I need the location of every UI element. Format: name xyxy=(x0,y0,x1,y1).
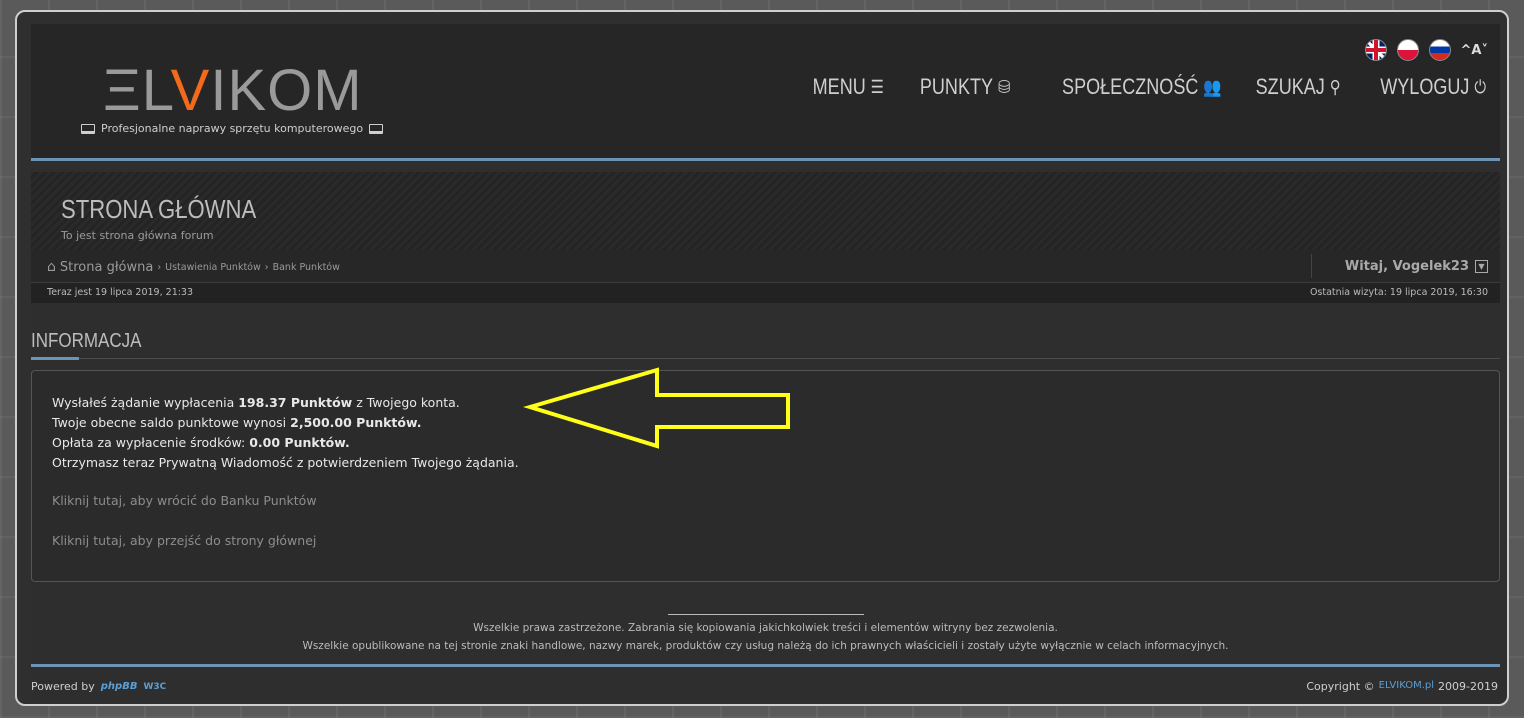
powered-by: Powered by phpBB W3C xyxy=(31,680,166,693)
site-tagline: Profesjonalne naprawy sprzętu komputerow… xyxy=(81,122,384,135)
site-logo[interactable]: ΞLVIKOM xyxy=(103,62,363,120)
message-line-4: Otrzymasz teraz Prywatną Wiadomość z pot… xyxy=(52,455,519,470)
footer-divider xyxy=(668,614,864,615)
bottom-bar: Powered by phpBB W3C Copyright © ELVIKOM… xyxy=(31,674,1500,698)
nav-search[interactable]: SZUKAJ ⚲ xyxy=(1256,74,1341,100)
english-flag-icon[interactable] xyxy=(1364,39,1387,61)
balance-amount: 2,500.00 Punktów. xyxy=(290,415,422,430)
laptop-icon xyxy=(81,123,95,134)
nav-logout[interactable]: WYLOGUJ ⏻ xyxy=(1380,74,1486,100)
phpbb-logo[interactable]: phpBB xyxy=(101,681,138,692)
copyright: Copyright © ELVIKOM.pl 2009-2019 xyxy=(1306,680,1498,693)
nav-logout-label: WYLOGUJ xyxy=(1380,74,1470,99)
info-message: Wysłałeś żądanie wypłacenia 198.37 Punkt… xyxy=(52,393,519,473)
message-line-3: Opłata za wypłacenie środków: 0.00 Punkt… xyxy=(52,435,350,450)
footer-rights-2: Wszelkie opublikowane na tej stronie zna… xyxy=(302,640,1229,652)
breadcrumb: ⌂ Strona główna › Ustawienia Punktów › B… xyxy=(47,259,340,275)
chevron-right-icon: › xyxy=(264,261,269,273)
footer-rights-1: Wszelkie prawa zastrzeżone. Zabrania się… xyxy=(473,622,1058,634)
caret-down-icon: ▼ xyxy=(1475,260,1488,273)
section-rule xyxy=(31,358,1500,359)
logo-accent: V xyxy=(170,58,211,123)
arrow-shape xyxy=(523,367,790,449)
breadcrumb-home[interactable]: Strona główna xyxy=(60,260,153,275)
users-icon: 👥 xyxy=(1203,76,1222,97)
nav-search-label: SZUKAJ xyxy=(1256,74,1326,99)
footer-divider-blue xyxy=(31,664,1500,667)
breadcrumb-points-settings[interactable]: Ustawienia Punktów xyxy=(165,262,261,273)
message-line-1: Wysłałeś żądanie wypłacenia 198.37 Punkt… xyxy=(52,395,460,410)
divider xyxy=(1311,254,1312,278)
breadcrumb-bar: ⌂ Strona główna › Ustawienia Punktów › B… xyxy=(31,250,1500,282)
russian-flag-icon[interactable] xyxy=(1428,39,1451,61)
user-menu[interactable]: Witaj, Vogelek23 ▼ xyxy=(1345,259,1488,274)
nav-points[interactable]: PUNKTY ⛁ xyxy=(920,74,1010,100)
coins-icon: ⛁ xyxy=(998,76,1011,97)
time-bar: Teraz jest 19 lipca 2019, 21:33 Ostatnia… xyxy=(31,282,1500,303)
fee-amount: 0.00 Punktów. xyxy=(249,435,350,450)
withdraw-amount: 198.37 Punktów xyxy=(238,395,353,410)
site-header: ΞLVIKOM Profesjonalne naprawy sprzętu ko… xyxy=(31,24,1500,159)
tagline-text: Profesjonalne naprawy sprzętu komputerow… xyxy=(101,122,364,135)
nav-menu[interactable]: MENU ☰ xyxy=(813,74,884,100)
nav-community-label: SPOŁECZNOŚĆ xyxy=(1061,74,1199,99)
chevron-right-icon: › xyxy=(157,261,162,273)
nav-menu-label: MENU xyxy=(813,74,867,99)
logo-prefix: ΞL xyxy=(103,58,171,123)
page-title: STRONA GŁÓWNA xyxy=(61,194,257,224)
last-visit: Ostatnia wizyta: 19 lipca 2019, 16:30 xyxy=(1309,287,1488,298)
home-icon[interactable]: ⌂ xyxy=(47,259,56,275)
w3c-logo[interactable]: W3C xyxy=(143,682,166,692)
welcome-text: Witaj, Vogelek23 xyxy=(1344,259,1469,274)
breadcrumb-points-bank[interactable]: Bank Punktów xyxy=(273,262,340,273)
forum-page: ΞLVIKOM Profesjonalne naprawy sprzętu ko… xyxy=(31,24,1500,698)
language-switcher: ^A˅ xyxy=(1364,39,1488,61)
polish-flag-icon[interactable] xyxy=(1396,39,1419,61)
section-rule-accent xyxy=(31,357,79,360)
logo-suffix: IKOM xyxy=(210,58,363,123)
message-line-2: Twoje obecne saldo punktowe wynosi 2,500… xyxy=(52,415,422,430)
header-divider xyxy=(31,158,1500,161)
section-title: INFORMACJA xyxy=(31,330,142,352)
copyright-years: 2009-2019 xyxy=(1438,680,1498,693)
search-icon: ⚲ xyxy=(1330,76,1341,97)
hamburger-icon: ☰ xyxy=(871,76,885,97)
nav-points-label: PUNKTY xyxy=(920,74,994,99)
main-nav: MENU ☰ PUNKTY ⛁ SPOŁECZNOŚĆ 👥 SZUKAJ ⚲ W… xyxy=(797,74,1486,100)
nav-community[interactable]: SPOŁECZNOŚĆ 👥 xyxy=(1062,74,1222,100)
back-to-bank-link[interactable]: Kliknij tutaj, aby wrócić do Banku Punkt… xyxy=(52,493,317,508)
font-size-toggle[interactable]: ^A˅ xyxy=(1461,43,1488,58)
copyright-label: Copyright © xyxy=(1306,680,1375,693)
back-to-home-link[interactable]: Kliknij tutaj, aby przejść do strony głó… xyxy=(52,533,316,548)
page-banner: STRONA GŁÓWNA To jest strona główna foru… xyxy=(31,172,1500,250)
annotation-arrow xyxy=(523,367,790,449)
browser-frame: ΞLVIKOM Profesjonalne naprawy sprzętu ko… xyxy=(15,10,1509,706)
laptop-icon xyxy=(369,123,384,134)
current-time: Teraz jest 19 lipca 2019, 21:33 xyxy=(47,287,194,298)
power-icon: ⏻ xyxy=(1474,76,1486,97)
page-subtitle: To jest strona główna forum xyxy=(61,229,214,242)
powered-by-label: Powered by xyxy=(31,680,95,693)
copyright-brand-link[interactable]: ELVIKOM.pl xyxy=(1379,680,1434,693)
